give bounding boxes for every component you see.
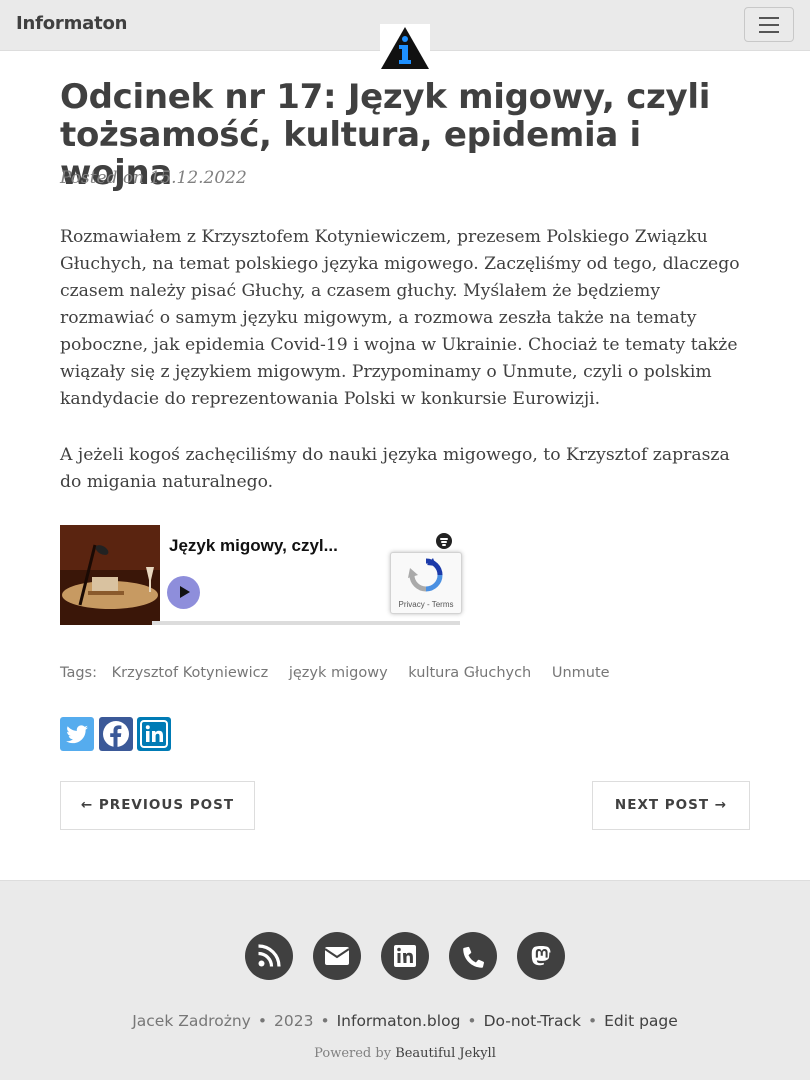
- footer-year: 2023: [273, 1012, 314, 1030]
- powered-by: Powered by Beautiful Jekyll: [0, 1046, 810, 1061]
- separator-dot: •: [587, 1012, 598, 1030]
- hamburger-icon: [759, 17, 779, 19]
- progress-bar[interactable]: [152, 621, 460, 625]
- menu-toggle-button[interactable]: [744, 7, 794, 42]
- share-linkedin-button[interactable]: [137, 717, 171, 751]
- footer-dnt-link[interactable]: Do-not-Track: [484, 1012, 581, 1030]
- twitter-icon: [66, 725, 88, 744]
- recaptcha-links[interactable]: Privacy - Terms: [391, 600, 461, 609]
- share-facebook-button[interactable]: [99, 717, 133, 751]
- episode-title[interactable]: Język migowy, czyl...: [169, 536, 338, 556]
- mastodon-button[interactable]: [517, 932, 565, 980]
- episode-artwork: [60, 525, 160, 625]
- footer: Jacek Zadrożny • 2023 • Informaton.blog • Do-n…: [0, 880, 810, 1080]
- tag-link[interactable]: Unmute: [552, 665, 610, 681]
- previous-post-button[interactable]: ← PREVIOUS POST: [60, 781, 255, 830]
- podcast-embed: Język migowy, czyl... Privacy - Terms: [60, 525, 462, 625]
- phone-icon: [463, 946, 485, 968]
- play-button[interactable]: [167, 576, 200, 609]
- brand-link[interactable]: Informaton: [16, 13, 127, 34]
- next-post-button[interactable]: NEXT POST →: [592, 781, 750, 830]
- hamburger-icon-bar: [759, 31, 779, 33]
- linkedin-icon: [140, 720, 168, 748]
- theme-link[interactable]: Beautiful Jekyll: [395, 1046, 496, 1061]
- footer-links: Jacek Zadrożny • 2023 • Informaton.blog • Do-n…: [0, 1012, 810, 1030]
- post-date: Posted on 15.12.2022: [60, 168, 247, 188]
- post-paragraph: Rozmawiałem z Krzysztofem Kotyniewiczem,…: [60, 227, 740, 409]
- footer-edit-link[interactable]: Edit page: [604, 1012, 678, 1030]
- powered-prefix: Powered by: [314, 1046, 392, 1061]
- footer-site-link[interactable]: Informaton.blog: [337, 1012, 461, 1030]
- separator-dot: •: [257, 1012, 267, 1030]
- tags-label: Tags:: [60, 665, 97, 681]
- post-paragraph: A jeżeli kogoś zachęciliśmy do nauki jęz…: [60, 445, 730, 492]
- rss-button[interactable]: [245, 932, 293, 980]
- recaptcha-badge[interactable]: Privacy - Terms: [390, 552, 462, 614]
- separator-dot: •: [467, 1012, 477, 1030]
- tag-link[interactable]: kultura Głuchych: [408, 665, 531, 681]
- email-button[interactable]: [313, 932, 361, 980]
- mastodon-icon: [531, 946, 551, 966]
- tag-list: Tags: Krzysztof Kotyniewicz język migowy…: [60, 665, 626, 681]
- rss-icon: [258, 944, 281, 967]
- recaptcha-icon: [408, 558, 443, 592]
- linkedin-icon: [394, 945, 416, 967]
- facebook-icon: [103, 721, 129, 747]
- separator-dot: •: [320, 1012, 330, 1030]
- tag-link[interactable]: język migowy: [289, 665, 388, 681]
- phone-button[interactable]: [449, 932, 497, 980]
- footer-author: Jacek Zadrożny: [132, 1012, 251, 1030]
- envelope-icon: [324, 947, 350, 965]
- linkedin-footer-button[interactable]: [381, 932, 429, 980]
- site-logo[interactable]: [380, 24, 430, 70]
- info-triangle-logo: [381, 27, 429, 69]
- post-body: Rozmawiałem z Krzysztofem Kotyniewiczem,…: [60, 224, 755, 525]
- tag-link[interactable]: Krzysztof Kotyniewicz: [112, 665, 269, 681]
- hamburger-icon-bar: [759, 24, 779, 26]
- spotify-icon[interactable]: [436, 533, 452, 549]
- share-twitter-button[interactable]: [60, 717, 94, 751]
